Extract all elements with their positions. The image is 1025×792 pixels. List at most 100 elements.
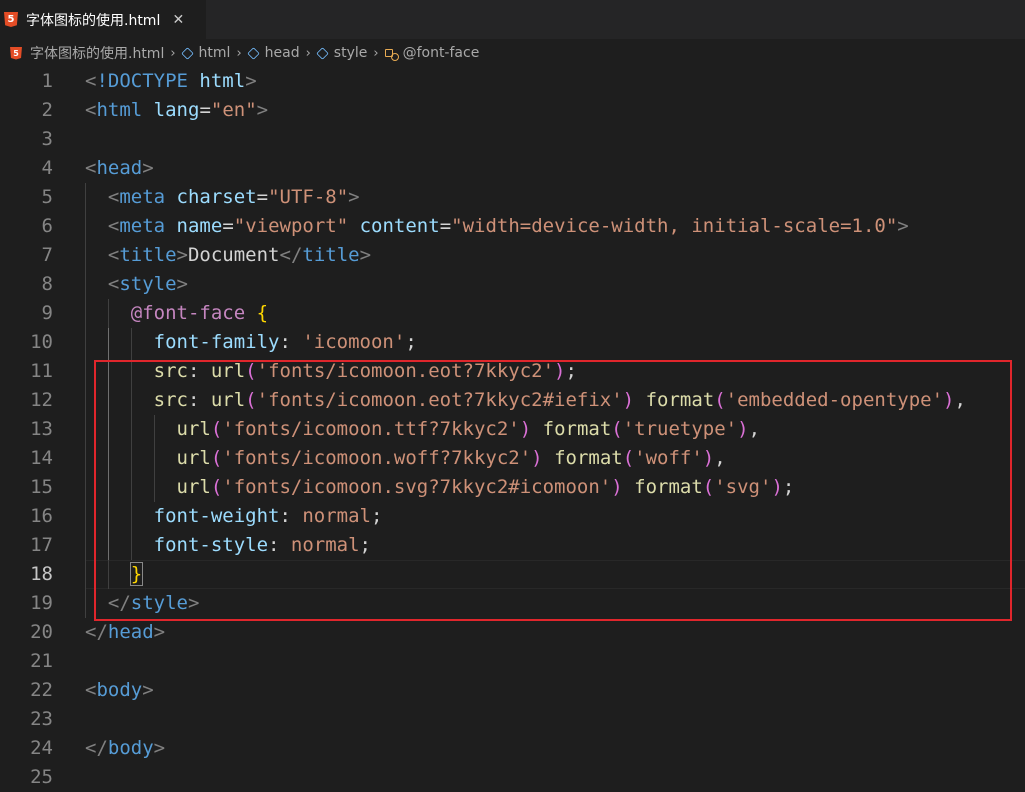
code-line[interactable]: 16 font-weight: normal; xyxy=(0,502,1025,531)
line-number: 22 xyxy=(30,679,53,701)
code-line[interactable]: 19 </style> xyxy=(0,589,1025,618)
code-line[interactable]: 17 font-style: normal; xyxy=(0,531,1025,560)
editor-tab[interactable]: 5 字体图标的使用.html ✕ xyxy=(0,0,206,39)
code-token: ) xyxy=(737,418,749,440)
breadcrumb-item[interactable]: style xyxy=(316,45,367,61)
indent-guide xyxy=(107,444,109,473)
line-number: 16 xyxy=(30,505,53,527)
code-token: 'woff' xyxy=(634,447,703,469)
indent-guide xyxy=(85,357,86,386)
code-line[interactable]: 25 xyxy=(0,763,1025,792)
code-line[interactable]: 1 <!DOCTYPE html> xyxy=(0,67,1025,96)
code-token: > xyxy=(176,244,188,266)
indent-guide xyxy=(130,473,132,502)
line-number: 18 xyxy=(30,563,53,585)
indent-guide xyxy=(153,415,155,444)
code-line[interactable]: 20 </head> xyxy=(0,618,1025,647)
code-line[interactable]: 4 <head> xyxy=(0,154,1025,183)
code-token: > xyxy=(348,186,360,208)
code-token: lang xyxy=(153,99,200,121)
code-text: } xyxy=(129,560,144,589)
code-token: > xyxy=(359,244,372,266)
indent-guide xyxy=(85,531,86,560)
code-line[interactable]: 23 xyxy=(0,705,1025,734)
code-line[interactable]: 22 <body> xyxy=(0,676,1025,705)
code-line[interactable]: 15 url('fonts/icomoon.svg?7kkyc2#icomoon'… xyxy=(0,473,1025,502)
code-token: @font-face xyxy=(130,302,246,324)
code-token: 'icomoon' xyxy=(302,331,406,353)
code-token: !DOCTYPE xyxy=(96,70,188,92)
line-number: 5 xyxy=(41,186,53,208)
code-token: meta xyxy=(119,215,166,237)
code-token: ( xyxy=(245,360,257,382)
code-token: ( xyxy=(210,476,223,498)
code-token: ( xyxy=(210,447,223,469)
code-line[interactable]: 12 src: url('fonts/icomoon.eot?7kkyc2#ief… xyxy=(0,386,1025,415)
code-line[interactable]: 13 url('fonts/icomoon.ttf?7kkyc2') format… xyxy=(0,415,1025,444)
indent-guide xyxy=(85,299,86,328)
indent-guide xyxy=(107,299,109,328)
breadcrumb-item[interactable]: head xyxy=(246,45,300,61)
code-token: ) xyxy=(622,389,635,411)
line-number: 17 xyxy=(30,534,53,556)
code-token: > xyxy=(153,737,166,759)
line-number: 19 xyxy=(30,592,53,614)
code-editor[interactable]: 1 <!DOCTYPE html> 2 <html lang="en"> 3 4 <head… xyxy=(0,67,1025,788)
line-number: 8 xyxy=(41,273,53,295)
code-text: <body> xyxy=(85,676,154,705)
code-token: content xyxy=(359,215,440,237)
code-line[interactable]: 3 xyxy=(0,125,1025,154)
line-number: 25 xyxy=(30,766,53,788)
code-text: <style> xyxy=(108,270,188,299)
code-line[interactable]: 5 <meta charset="UTF-8"> xyxy=(0,183,1025,212)
code-line[interactable]: 6 <meta name="viewport" content="width=de… xyxy=(0,212,1025,241)
code-token: = xyxy=(222,215,234,237)
code-line[interactable]: 7 <title>Document</title> xyxy=(0,241,1025,270)
code-text: <meta charset="UTF-8"> xyxy=(108,183,360,212)
code-token: { xyxy=(256,302,269,324)
breadcrumb-item[interactable]: 5 字体图标的使用.html xyxy=(10,43,164,63)
code-token: html xyxy=(199,70,246,92)
breadcrumb-item[interactable]: html xyxy=(180,45,230,61)
code-line[interactable]: 8 <style> xyxy=(0,270,1025,299)
code-token: < xyxy=(85,70,97,92)
breadcrumb-item[interactable]: @font-face xyxy=(384,45,479,61)
code-token: , xyxy=(954,389,966,411)
code-line[interactable]: 11 src: url('fonts/icomoon.eot?7kkyc2'); xyxy=(0,357,1025,386)
code-line[interactable]: 9 @font-face { xyxy=(0,299,1025,328)
breadcrumb-separator: › xyxy=(305,45,311,61)
code-text: </head> xyxy=(85,618,165,647)
line-number: 3 xyxy=(41,128,53,150)
code-token: Document xyxy=(187,244,280,266)
code-text: font-family: 'icomoon'; xyxy=(154,328,417,357)
indent-guide xyxy=(130,444,132,473)
code-line[interactable]: 2 <html lang="en"> xyxy=(0,96,1025,125)
code-token: url xyxy=(176,418,211,440)
indent-guide xyxy=(130,386,132,415)
line-number: 23 xyxy=(30,708,53,730)
code-token: < xyxy=(107,273,120,295)
code-token: style xyxy=(119,273,177,295)
code-line[interactable]: 10 font-family: 'icomoon'; xyxy=(0,328,1025,357)
code-line[interactable]: 21 xyxy=(0,647,1025,676)
code-token: meta xyxy=(119,186,166,208)
code-text: @font-face { xyxy=(131,299,268,328)
indent-guide xyxy=(107,473,109,502)
cube-icon xyxy=(246,46,260,60)
code-line[interactable]: 18} xyxy=(0,560,1025,589)
code-text: <head> xyxy=(85,154,154,183)
code-token: "en" xyxy=(210,99,257,121)
close-icon[interactable]: ✕ xyxy=(170,12,186,28)
indent-guide xyxy=(85,560,86,589)
code-line[interactable]: 14 url('fonts/icomoon.woff?7kkyc2') forma… xyxy=(0,444,1025,473)
code-token: : xyxy=(187,389,211,411)
code-line[interactable]: 24 </body> xyxy=(0,734,1025,763)
code-token: head xyxy=(96,157,143,179)
indent-guide xyxy=(85,473,86,502)
code-token: "UTF-8" xyxy=(268,186,349,208)
code-token: charset xyxy=(176,186,257,208)
code-token: </ xyxy=(279,244,303,266)
